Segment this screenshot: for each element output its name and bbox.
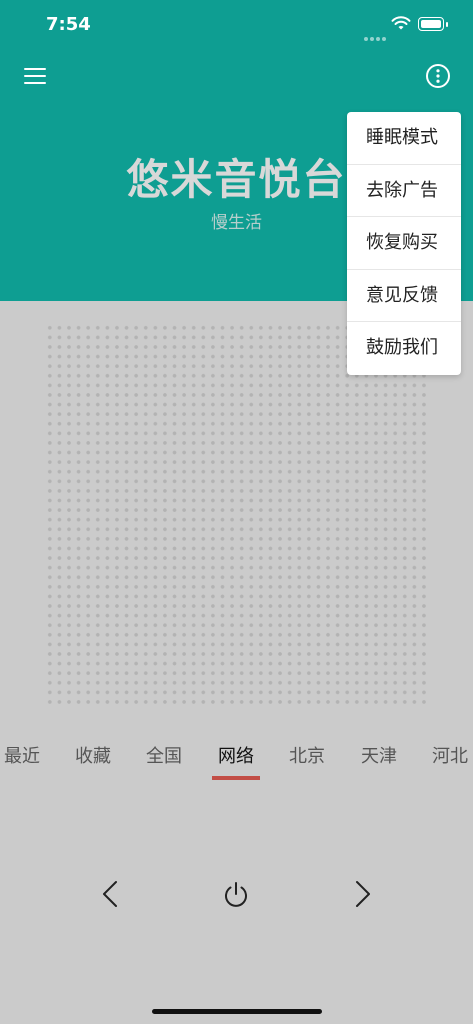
tab-network[interactable]: 网络 <box>206 740 266 780</box>
status-time: 7:54 <box>46 14 91 35</box>
signal-icon <box>364 26 388 45</box>
chevron-left-icon[interactable] <box>90 872 130 916</box>
menu-button[interactable] <box>22 64 48 88</box>
tab-beijing[interactable]: 北京 <box>277 740 337 780</box>
battery-icon <box>418 17 448 31</box>
tab-hebei[interactable]: 河北 <box>420 740 473 780</box>
menu-item-sleep-mode[interactable]: 睡眠模式 <box>347 112 461 165</box>
wifi-icon <box>391 16 411 30</box>
overflow-menu: 睡眠模式 去除广告 恢复购买 意见反馈 鼓励我们 <box>347 112 461 375</box>
menu-item-restore-purchase[interactable]: 恢复购买 <box>347 217 461 270</box>
menu-item-remove-ads[interactable]: 去除广告 <box>347 165 461 218</box>
tab-network-label: 网络 <box>218 746 254 767</box>
menu-item-encourage-us[interactable]: 鼓励我们 <box>347 322 461 375</box>
tab-tianjin[interactable]: 天津 <box>349 740 409 780</box>
chevron-right-icon[interactable] <box>343 872 383 916</box>
menu-item-feedback[interactable]: 意见反馈 <box>347 270 461 323</box>
tab-recent[interactable]: 最近 <box>0 740 52 780</box>
speaker-grille <box>45 323 431 708</box>
power-icon[interactable] <box>216 872 256 916</box>
tab-favorites[interactable]: 收藏 <box>63 740 123 780</box>
category-tabs: 最近 收藏 全国 网络 北京 天津 河北 <box>0 740 473 784</box>
tab-national[interactable]: 全国 <box>134 740 194 780</box>
playback-controls <box>0 872 473 916</box>
more-vertical-icon[interactable] <box>425 63 451 89</box>
home-indicator[interactable] <box>152 1009 322 1014</box>
status-bar: 7:54 <box>0 0 473 52</box>
active-tab-indicator <box>212 776 260 780</box>
